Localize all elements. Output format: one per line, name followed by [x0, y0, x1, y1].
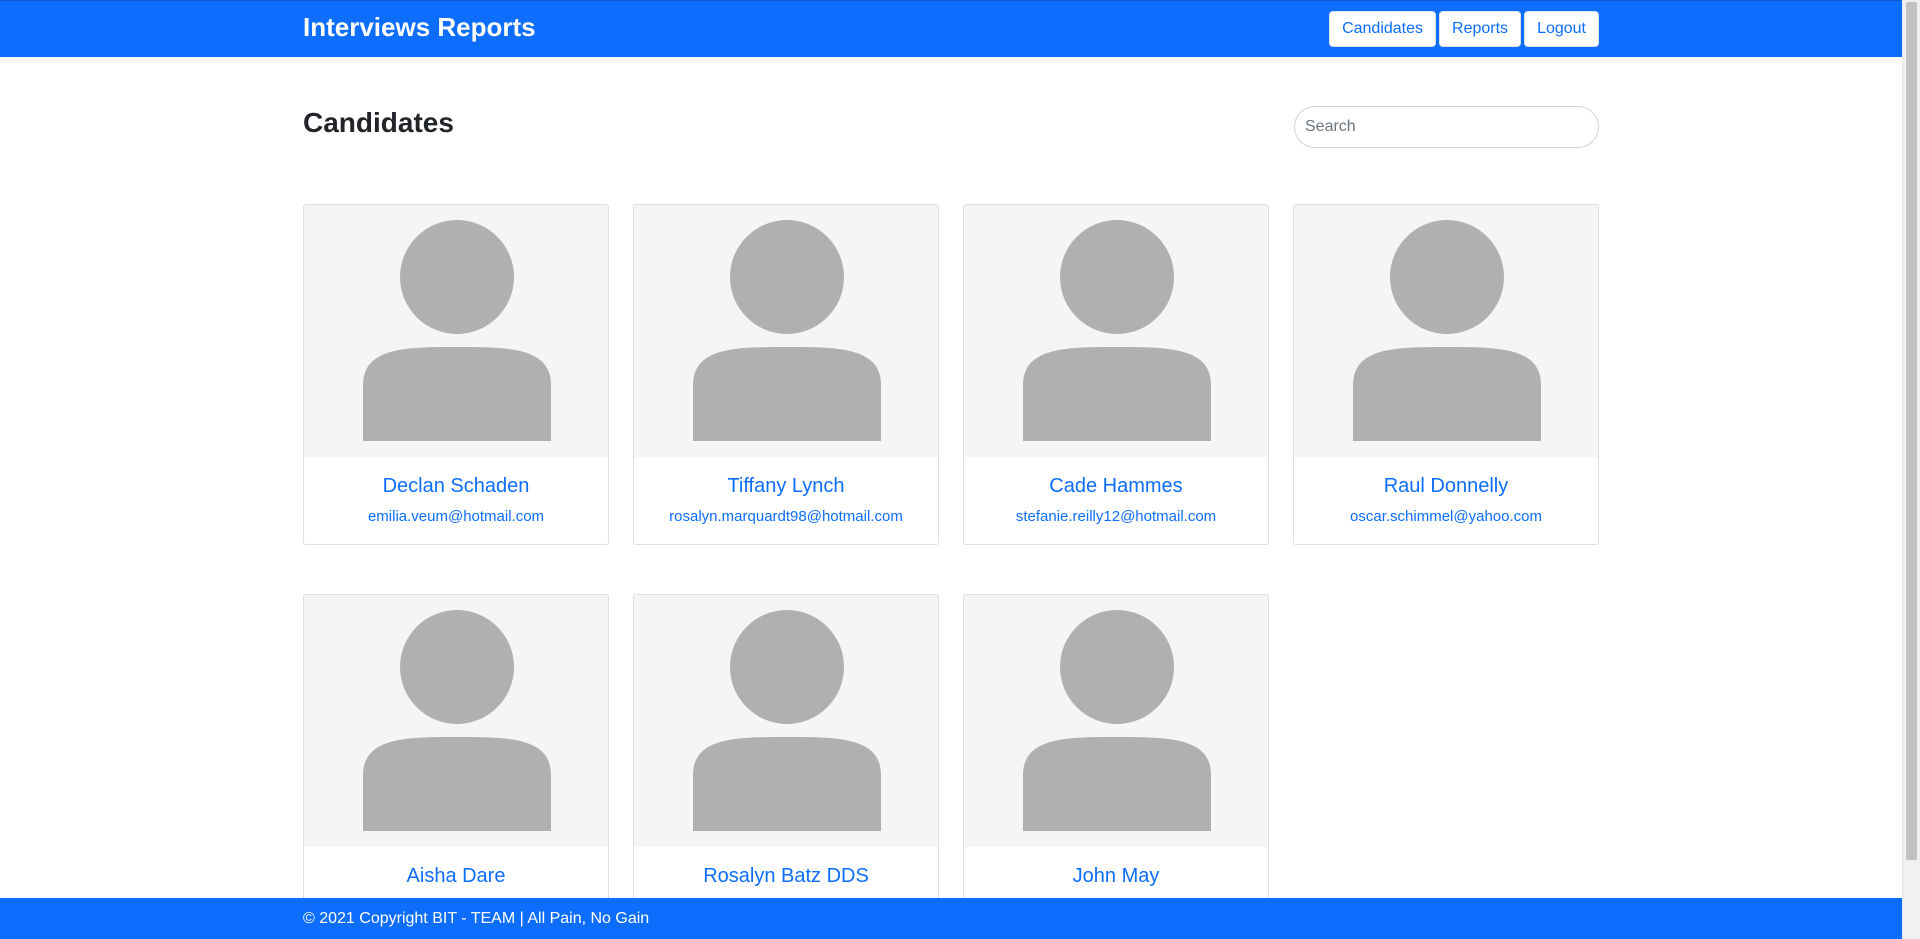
candidate-card[interactable]: Rosalyn Batz DDS — [633, 594, 939, 935]
card-body: Cade Hammes stefanie.reilly12@hotmail.co… — [964, 457, 1268, 526]
avatar — [1294, 205, 1598, 457]
card-body: John May — [964, 847, 1268, 888]
candidate-email: rosalyn.marquardt98@hotmail.com — [669, 508, 903, 525]
candidate-name[interactable]: Rosalyn Batz DDS — [634, 847, 938, 888]
person-placeholder-icon — [693, 610, 881, 831]
candidate-email: stefanie.reilly12@hotmail.com — [1015, 508, 1217, 525]
copyright-text: © 2021 Copyright BIT - TEAM | All Pain, … — [303, 910, 650, 927]
candidate-card[interactable]: Cade Hammes stefanie.reilly12@hotmail.co… — [963, 204, 1269, 545]
avatar — [634, 595, 938, 847]
candidate-card[interactable]: John May — [963, 594, 1269, 935]
brand-title[interactable]: Interviews Reports — [303, 12, 536, 42]
candidate-card[interactable]: Declan Schaden emilia.veum@hotmail.com — [303, 204, 609, 545]
reports-button[interactable]: Reports — [1439, 11, 1522, 47]
vertical-scrollbar[interactable] — [1902, 0, 1920, 939]
candidate-name[interactable]: Raul Donnelly — [1294, 457, 1598, 498]
person-placeholder-icon — [1023, 220, 1211, 441]
nav-buttons: Candidates Reports Logout — [1329, 11, 1599, 47]
avatar — [634, 205, 938, 457]
candidate-name[interactable]: Aisha Dare — [304, 847, 608, 888]
person-placeholder-icon — [363, 220, 551, 441]
avatar — [304, 595, 608, 847]
avatar — [964, 595, 1268, 847]
person-placeholder-icon — [1023, 610, 1211, 831]
candidate-card[interactable]: Tiffany Lynch rosalyn.marquardt98@hotmai… — [633, 204, 939, 545]
candidate-card[interactable]: Aisha Dare — [303, 594, 609, 935]
scrollbar-thumb[interactable] — [1906, 2, 1917, 860]
candidate-name[interactable]: Tiffany Lynch — [634, 457, 938, 498]
card-body: Raul Donnelly oscar.schimmel@yahoo.com — [1294, 457, 1598, 526]
card-body: Rosalyn Batz DDS — [634, 847, 938, 888]
search-input[interactable] — [1294, 106, 1599, 148]
candidates-button[interactable]: Candidates — [1329, 11, 1437, 47]
avatar — [964, 205, 1268, 457]
candidate-name[interactable]: John May — [964, 847, 1268, 888]
top-navbar: Interviews Reports Candidates Reports Lo… — [0, 0, 1902, 57]
candidate-name[interactable]: Cade Hammes — [964, 457, 1268, 498]
candidate-email: emilia.veum@hotmail.com — [367, 508, 545, 525]
candidate-card[interactable]: Raul Donnelly oscar.schimmel@yahoo.com — [1293, 204, 1599, 545]
page-title: Candidates — [303, 107, 454, 138]
viewport: Interviews Reports Candidates Reports Lo… — [0, 0, 1920, 939]
person-placeholder-icon — [363, 610, 551, 831]
person-placeholder-icon — [693, 220, 881, 441]
page-footer: © 2021 Copyright BIT - TEAM | All Pain, … — [0, 898, 1902, 939]
candidate-name[interactable]: Declan Schaden — [304, 457, 608, 498]
person-placeholder-icon — [1353, 220, 1541, 441]
candidate-email: oscar.schimmel@yahoo.com — [1350, 508, 1542, 525]
card-body: Aisha Dare — [304, 847, 608, 888]
candidates-grid: Declan Schaden emilia.veum@hotmail.com T… — [303, 204, 1600, 935]
avatar — [304, 205, 608, 457]
card-body: Tiffany Lynch rosalyn.marquardt98@hotmai… — [634, 457, 938, 526]
logout-button[interactable]: Logout — [1524, 11, 1599, 47]
card-body: Declan Schaden emilia.veum@hotmail.com — [304, 457, 608, 526]
